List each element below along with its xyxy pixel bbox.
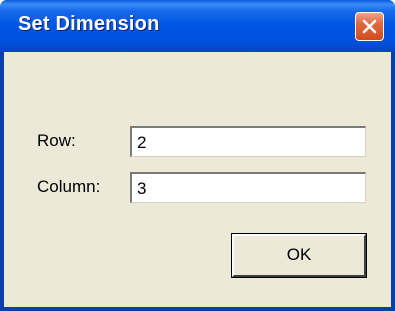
close-icon xyxy=(362,19,377,34)
column-label: Column: xyxy=(37,177,101,196)
close-button[interactable] xyxy=(355,12,384,41)
set-dimension-dialog: Set Dimension Row: 2 Column: 3 OK xyxy=(0,0,395,311)
column-input[interactable]: 3 xyxy=(130,172,366,203)
title-bar[interactable]: Set Dimension xyxy=(0,0,395,52)
row-label: Row: xyxy=(37,131,76,150)
ok-button[interactable]: OK xyxy=(231,233,367,278)
dialog-title: Set Dimension xyxy=(18,13,160,35)
row-input[interactable]: 2 xyxy=(130,126,366,157)
